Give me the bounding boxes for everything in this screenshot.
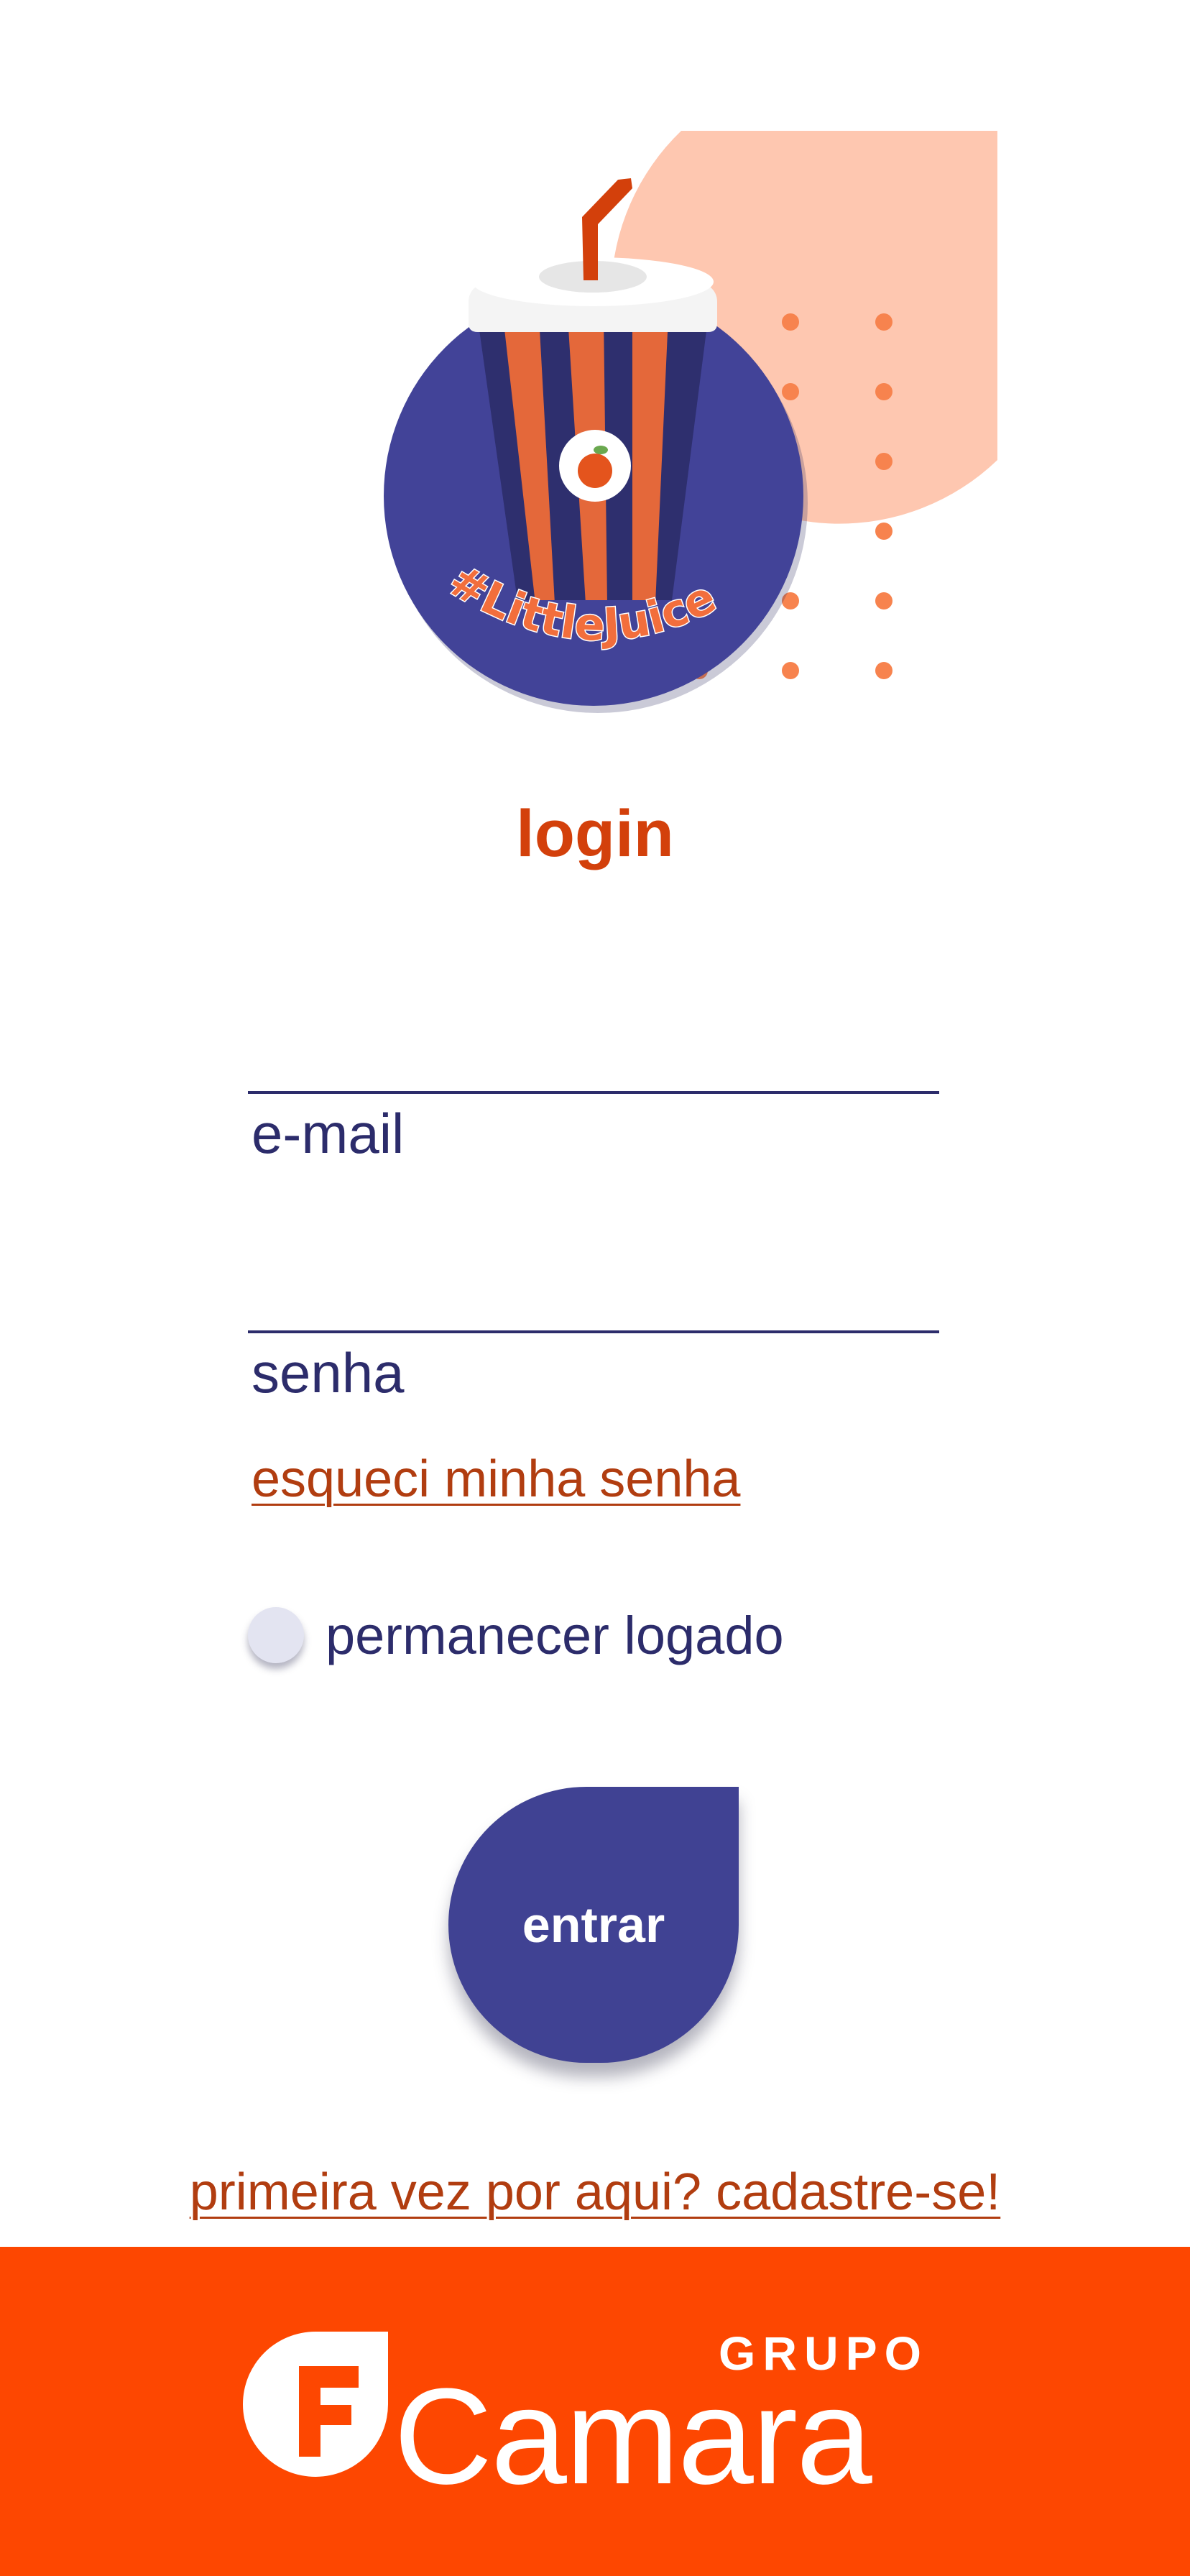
email-field-group [248,1091,939,1173]
enter-button[interactable]: entrar [448,1787,739,2063]
enter-button-label: entrar [522,1897,665,1953]
forgot-password-link[interactable]: esqueci minha senha [252,1443,740,1515]
brand-camara: Camara [394,2360,872,2513]
little-juice-logo: #LittleJuice [384,131,997,713]
page-title: login [516,797,674,870]
signup-container: primeira vez por aqui? cadastre-se! [0,2156,1190,2228]
camara-f-logo-icon [243,2332,389,2477]
signup-link[interactable]: primeira vez por aqui? cadastre-se! [190,2163,1001,2221]
remember-radio[interactable] [248,1607,304,1663]
remember-label: permanecer logado [326,1605,784,1665]
remember-me-toggle[interactable]: permanecer logado [248,1603,784,1668]
password-field-group [248,1330,939,1412]
password-field[interactable] [248,1333,939,1412]
email-field[interactable] [248,1094,939,1173]
